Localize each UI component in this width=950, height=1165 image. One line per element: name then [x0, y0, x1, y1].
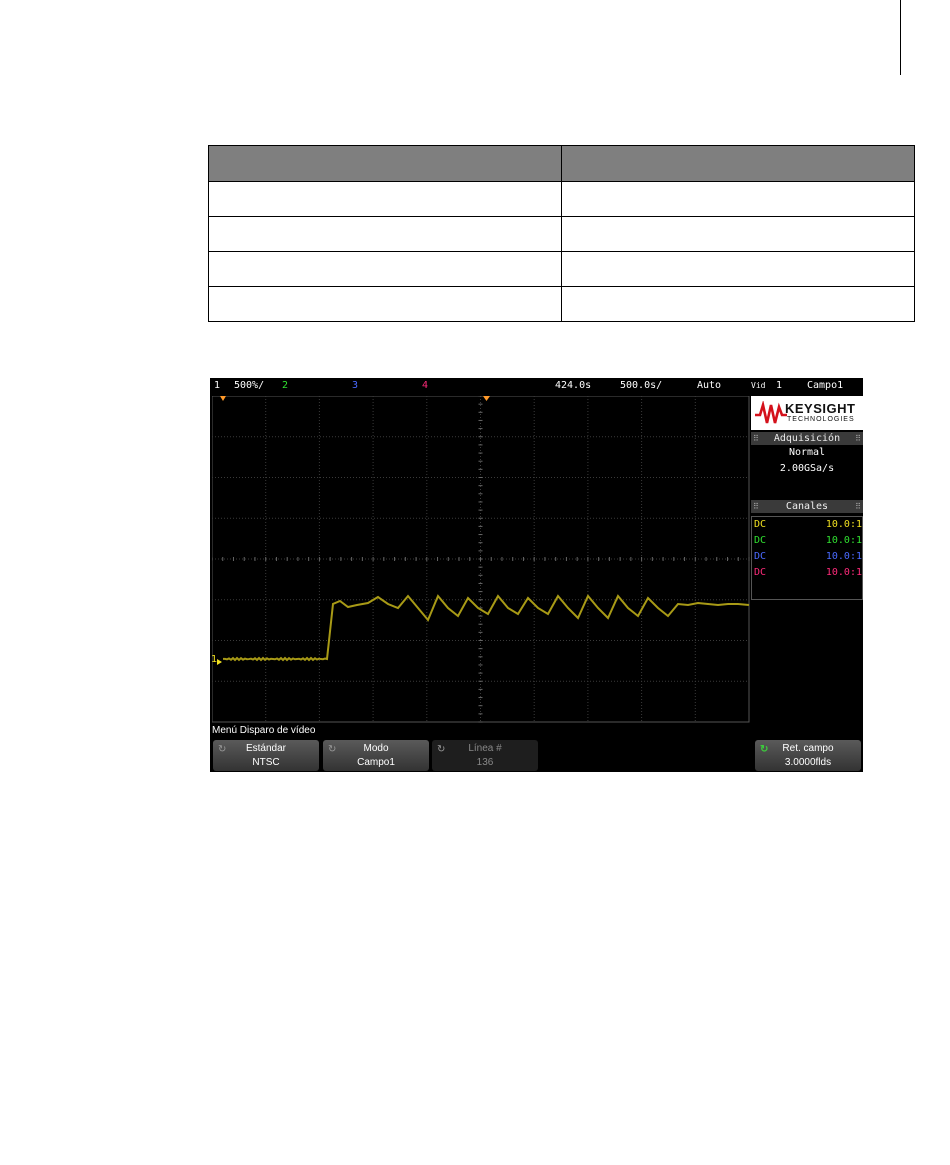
table-row [208, 181, 915, 217]
channel-coupling: DC [754, 567, 767, 578]
table-cell [561, 286, 915, 322]
table-row [208, 251, 915, 287]
trigger-source[interactable]: 1 [776, 378, 782, 394]
brand-subtitle: TECHNOLOGIES [787, 416, 855, 423]
table-row [208, 216, 915, 252]
table-header-cell [208, 145, 562, 182]
oscilloscope-screenshot: 1 500%/ 2 3 4 424.0s 500.0s/ Auto Vid 1 … [210, 378, 863, 772]
document-table [208, 145, 915, 322]
ch2-number[interactable]: 2 [282, 378, 288, 394]
channel-row-3[interactable]: DC 10.0:1 [754, 549, 862, 565]
ch1-number[interactable]: 1 [214, 378, 220, 394]
grip-icon: ⠿ [753, 434, 759, 443]
trigger-field[interactable]: Campo1 [807, 378, 843, 394]
acquisition-title: Adquisición [773, 433, 841, 444]
softkey-label: Modo [363, 743, 389, 754]
channel-probe: 10.0:1 [825, 519, 862, 530]
brand-logo: KEYSIGHT TECHNOLOGIES [751, 396, 863, 430]
ch4-number[interactable]: 4 [422, 378, 428, 394]
grip-icon: ⠿ [855, 434, 861, 443]
softkey-mode[interactable]: ↻ Modo Campo1 [323, 740, 429, 771]
softkey-label: Ret. campo [782, 743, 834, 754]
brand-name: KEYSIGHT [785, 401, 856, 416]
acquisition-header[interactable]: ⠿ Adquisición ⠿ [751, 432, 863, 445]
video-trigger-icon: Vid [751, 381, 766, 390]
channel-row-1[interactable]: DC 10.0:1 [754, 517, 862, 533]
table-header-cell [561, 145, 915, 182]
softkey-value: 136 [476, 757, 494, 768]
status-bar: 1 500%/ 2 3 4 424.0s 500.0s/ Auto Vid 1 … [210, 378, 863, 394]
ch3-number[interactable]: 3 [352, 378, 358, 394]
channel-probe: 10.0:1 [825, 535, 862, 546]
softkey-value: NTSC [252, 757, 280, 768]
grip-icon: ⠿ [753, 502, 759, 511]
waveform-display: 1 [212, 396, 750, 723]
table-row [208, 286, 915, 322]
channel-row-4[interactable]: DC 10.0:1 [754, 565, 862, 581]
time-scale[interactable]: 500.0s/ [620, 378, 662, 394]
softkey-field-holdoff[interactable]: ↻ Ret. campo 3.0000flds [755, 740, 861, 771]
rotate-icon: ↻ [437, 744, 446, 755]
channels-list: DC 10.0:1 DC 10.0:1 DC 10.0:1 DC 10.0:1 [751, 516, 863, 600]
channels-header[interactable]: ⠿ Canales ⠿ [751, 500, 863, 513]
table-cell [561, 216, 915, 252]
acquisition-rate: 2.00GSa/s [779, 463, 835, 474]
channel-row-2[interactable]: DC 10.0:1 [754, 533, 862, 549]
grip-icon: ⠿ [855, 502, 861, 511]
time-delay[interactable]: 424.0s [555, 378, 591, 394]
menu-title: Menú Disparo de vídeo [212, 725, 316, 736]
rotate-icon: ↻ [218, 744, 227, 755]
table-cell [561, 251, 915, 287]
page-margin-rule [900, 0, 901, 75]
table-cell [208, 286, 562, 322]
softkey-label: Estándar [245, 743, 287, 754]
channel-coupling: DC [754, 551, 767, 562]
channels-title: Canales [785, 501, 829, 512]
acquisition-mode: Normal [788, 447, 826, 458]
table-header-row [208, 145, 915, 182]
keysight-wave-icon [755, 401, 787, 424]
rotate-icon: ↻ [328, 744, 337, 755]
trigger-mode[interactable]: Auto [697, 378, 721, 394]
softkey-value: 3.0000flds [784, 757, 832, 768]
softkey-label: Línea # [468, 743, 502, 754]
ch1-scale[interactable]: 500%/ [234, 378, 264, 394]
table-cell [208, 181, 562, 217]
rotate-icon: ↻ [760, 744, 769, 755]
channel-probe: 10.0:1 [825, 551, 862, 562]
table-cell [208, 216, 562, 252]
table-cell [561, 181, 915, 217]
channel-coupling: DC [754, 519, 767, 530]
softkey-standard[interactable]: ↻ Estándar NTSC [213, 740, 319, 771]
ch1-ground-marker[interactable]: 1 [212, 654, 217, 665]
softkey-value: Campo1 [357, 757, 395, 768]
channel-coupling: DC [754, 535, 767, 546]
softkey-line-number[interactable]: ↻ Línea # 136 [432, 740, 538, 771]
channel-probe: 10.0:1 [825, 567, 862, 578]
table-cell [208, 251, 562, 287]
